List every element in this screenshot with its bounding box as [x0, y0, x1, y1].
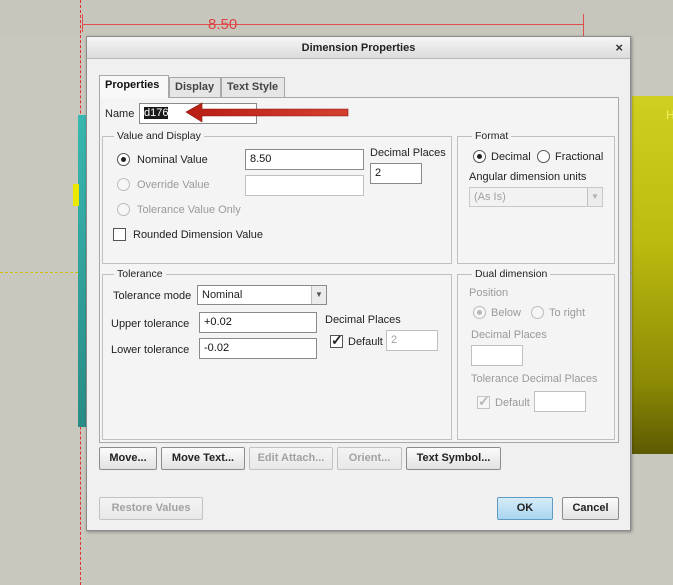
format-title: Format [472, 130, 512, 142]
dual-default-label: Default [495, 397, 530, 409]
angular-units-select[interactable]: (As Is) ▼ [469, 187, 603, 207]
annotation-arrow-icon [185, 102, 349, 123]
edit-attach-button[interactable]: Edit Attach... [249, 447, 333, 470]
tolerance-default-label: Default [348, 336, 383, 348]
tab-text-style[interactable]: Text Style [221, 77, 285, 97]
model-highlight [73, 184, 79, 206]
chevron-down-icon: ▼ [587, 188, 602, 206]
tolerance-mode-select[interactable]: Nominal ▼ [197, 285, 327, 305]
dimension-value-text[interactable]: 8.50 [208, 16, 237, 33]
angular-units-value: (As Is) [474, 191, 506, 203]
check-icon: ✓ [478, 393, 490, 409]
dual-position-label: Position [469, 287, 509, 299]
radio-dot [121, 157, 126, 162]
chevron-down-icon: ▼ [311, 286, 326, 304]
dimension-line [83, 24, 583, 25]
cancel-button[interactable]: Cancel [562, 497, 619, 520]
tab-properties[interactable]: Properties [99, 75, 169, 98]
move-text-button[interactable]: Move Text... [161, 447, 245, 470]
dimension-properties-dialog: Dimension Properties × Properties Displa… [86, 36, 631, 531]
dual-dimension-title: Dual dimension [472, 268, 551, 280]
tolerance-title: Tolerance [114, 268, 166, 280]
dual-decimal-places-input[interactable] [471, 345, 523, 366]
lower-tolerance-label: Lower tolerance [111, 344, 190, 356]
dual-default-checkbox[interactable]: ✓ [477, 393, 490, 409]
upper-tolerance-input[interactable]: +0.02 [199, 312, 317, 333]
close-icon[interactable]: × [615, 40, 623, 55]
decimal-label: Decimal [491, 151, 531, 163]
radio-dot [477, 154, 482, 159]
name-input-value: d176 [144, 107, 169, 119]
orient-button[interactable]: Orient... [337, 447, 402, 470]
dual-below-radio[interactable] [473, 306, 486, 319]
dimension-tick-right [583, 14, 584, 36]
override-value-radio[interactable] [117, 178, 130, 191]
check-icon: ✓ [331, 332, 343, 348]
properties-panel: Name d176 Value and Display Nominal Valu… [99, 97, 619, 443]
ok-button[interactable]: OK [497, 497, 553, 520]
decimal-radio[interactable] [473, 150, 486, 163]
dual-below-label: Below [491, 307, 521, 319]
dual-tolerance-decimal-input[interactable] [534, 391, 586, 412]
text-symbol-button[interactable]: Text Symbol... [406, 447, 501, 470]
tolerance-mode-value: Nominal [202, 289, 243, 301]
fractional-label: Fractional [555, 151, 604, 163]
restore-values-button[interactable]: Restore Values [99, 497, 203, 520]
nominal-value-label: Nominal Value [137, 154, 208, 166]
rounded-dimension-label: Rounded Dimension Value [133, 229, 264, 241]
cad-background [0, 0, 673, 36]
dialog-titlebar[interactable]: Dimension Properties × [87, 37, 630, 59]
dual-decimal-places-label: Decimal Places [471, 329, 547, 341]
fractional-radio[interactable] [537, 150, 550, 163]
tab-display[interactable]: Display [169, 77, 221, 97]
lower-tolerance-input[interactable]: -0.02 [199, 338, 317, 359]
decimal-places-label: Decimal Places [370, 147, 446, 159]
override-value-input[interactable] [245, 175, 364, 196]
value-display-title: Value and Display [114, 130, 204, 142]
move-button[interactable]: Move... [99, 447, 157, 470]
tolerance-decimal-places-label: Decimal Places [325, 314, 401, 326]
angular-units-label: Angular dimension units [469, 171, 587, 183]
tolerance-value-only-label: Tolerance Value Only [137, 204, 241, 216]
model-edge [78, 115, 86, 427]
nominal-value-radio[interactable] [117, 153, 130, 166]
dual-tolerance-decimal-label: Tolerance Decimal Places [471, 373, 598, 385]
tolerance-default-checkbox[interactable]: ✓ [330, 332, 343, 348]
name-label: Name [105, 108, 135, 120]
model-label: H [666, 108, 673, 122]
dimension-tick-left [82, 14, 83, 32]
dual-to-right-radio[interactable] [531, 306, 544, 319]
rounded-dimension-checkbox[interactable] [113, 228, 126, 241]
decimal-places-input[interactable]: 2 [370, 163, 422, 184]
dialog-title: Dimension Properties [301, 42, 416, 54]
radio-dot [477, 310, 482, 315]
nominal-value-input[interactable]: 8.50 [245, 149, 364, 170]
tolerance-decimal-places-input[interactable]: 2 [386, 330, 438, 351]
tolerance-value-only-radio[interactable] [117, 203, 130, 216]
model-surface[interactable] [632, 96, 673, 454]
dual-to-right-label: To right [549, 307, 586, 319]
tolerance-mode-label: Tolerance mode [113, 290, 192, 302]
override-value-label: Override Value [137, 179, 210, 191]
upper-tolerance-label: Upper tolerance [111, 318, 190, 330]
